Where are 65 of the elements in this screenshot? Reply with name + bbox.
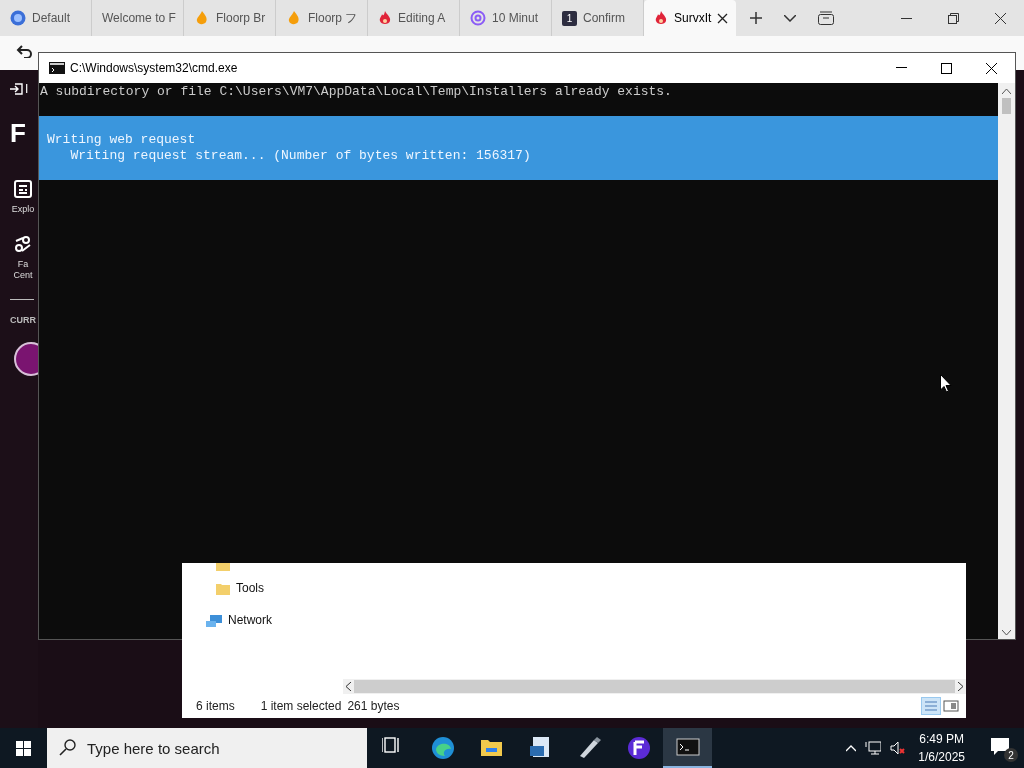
scroll-right-icon[interactable] bbox=[958, 682, 963, 691]
volume-muted-icon[interactable] bbox=[890, 741, 906, 755]
scroll-down-icon[interactable] bbox=[1002, 630, 1011, 635]
browser-tab[interactable]: SurvxIt bbox=[644, 0, 736, 36]
globe-icon bbox=[10, 10, 26, 26]
terminal-icon bbox=[675, 735, 700, 759]
preview-view-icon[interactable] bbox=[942, 698, 960, 714]
chat-icon bbox=[990, 737, 1010, 756]
new-tab-icon[interactable] bbox=[750, 12, 762, 24]
avatar-icon[interactable] bbox=[14, 341, 38, 376]
vertical-scrollbar[interactable] bbox=[998, 83, 1015, 639]
clock[interactable]: 6:49 PM 1/6/2025 bbox=[918, 730, 965, 766]
chevron-up-icon[interactable] bbox=[846, 744, 857, 752]
tab-badge: 1 bbox=[562, 10, 577, 26]
item-count: 6 items bbox=[196, 698, 235, 715]
sign-in-icon[interactable] bbox=[10, 82, 23, 96]
horizontal-scrollbar[interactable] bbox=[343, 679, 966, 694]
maximize-icon[interactable] bbox=[941, 62, 952, 74]
tree-item[interactable]: Network bbox=[228, 611, 272, 629]
sidebar-item[interactable]: Fa Cent bbox=[13, 259, 33, 281]
minimize-icon[interactable] bbox=[896, 67, 907, 69]
taskbar-app-button[interactable] bbox=[663, 728, 712, 768]
chevron-down-icon[interactable] bbox=[784, 14, 796, 22]
scrollbar-thumb[interactable] bbox=[1002, 98, 1011, 114]
progress-detail: Writing request stream... (Number of bytes written: 156317) bbox=[69, 148, 531, 164]
minimize-icon[interactable] bbox=[901, 17, 912, 19]
console-icon bbox=[49, 62, 65, 74]
search-icon bbox=[59, 739, 76, 756]
edge-icon bbox=[430, 736, 455, 760]
selection-info: 1 item selected bbox=[260, 698, 342, 715]
sidebar-item[interactable]: Explo bbox=[11, 204, 35, 215]
flame-icon bbox=[654, 10, 668, 26]
tree-item[interactable]: Tools bbox=[236, 579, 264, 597]
close-icon[interactable] bbox=[995, 12, 1006, 24]
section-heading: CURR bbox=[10, 314, 36, 327]
undo-icon[interactable] bbox=[16, 44, 32, 58]
explore-icon[interactable] bbox=[14, 180, 32, 198]
floorp-icon bbox=[626, 736, 651, 760]
search-field[interactable]: Type here to search bbox=[47, 728, 367, 768]
pen-icon bbox=[577, 736, 602, 760]
notification-count: 2 bbox=[1004, 748, 1018, 762]
tab-manager-icon[interactable] bbox=[818, 11, 834, 25]
sign-in-label[interactable]: I bbox=[25, 80, 29, 98]
start-icon[interactable] bbox=[16, 740, 31, 756]
folder-icon bbox=[216, 581, 230, 595]
file-size: 261 bytes bbox=[347, 698, 400, 715]
mouse-pointer-icon bbox=[940, 374, 952, 393]
scroll-up-icon[interactable] bbox=[1002, 89, 1011, 94]
restore-icon[interactable] bbox=[948, 12, 959, 24]
progress-title: Writing web request bbox=[47, 132, 196, 148]
network-icon[interactable] bbox=[865, 741, 882, 755]
clock-date: 1/6/2025 bbox=[918, 749, 965, 766]
scroll-left-icon[interactable] bbox=[346, 682, 351, 691]
close-icon[interactable] bbox=[986, 62, 997, 74]
clock-time: 6:49 PM bbox=[919, 731, 964, 748]
network-icon bbox=[206, 613, 222, 627]
flame-icon bbox=[286, 10, 302, 26]
console-line: A subdirectory or file C:\Users\VM7\AppData\Local\Temp\Installers already exists. bbox=[40, 84, 672, 100]
folder-icon bbox=[216, 563, 230, 571]
logo-text: F bbox=[10, 120, 26, 146]
scrollbar-thumb[interactable] bbox=[354, 680, 955, 693]
flame-icon bbox=[194, 10, 210, 26]
close-tab-icon[interactable] bbox=[717, 12, 729, 24]
window-title: C:\Windows\system32\cmd.exe bbox=[70, 60, 238, 77]
flame-icon bbox=[378, 10, 392, 26]
